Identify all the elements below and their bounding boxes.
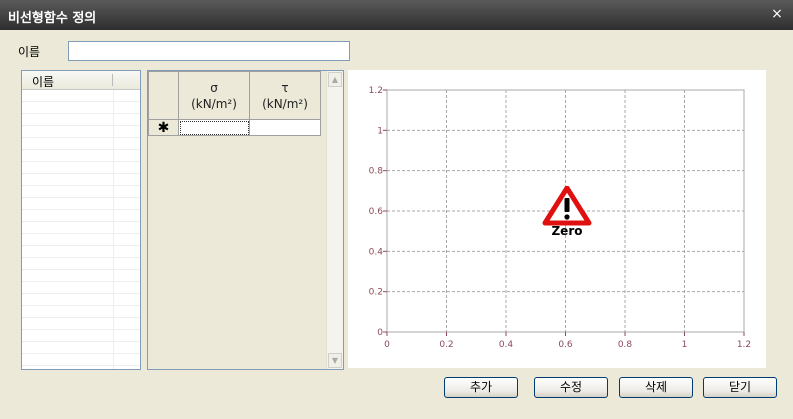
chart-panel: 0 0.2 0.4 0.6 0.8 1 1.2 0 0.2 0.4 0.6 0.8 1 1.2 Zero	[348, 70, 766, 368]
add-button[interactable]: 추가	[444, 377, 518, 398]
list-item[interactable]	[22, 222, 140, 234]
y-tick-label: 1.2	[369, 86, 383, 96]
y-tick-label: 0.2	[369, 288, 383, 298]
column-header-sigma-symbol: σ	[210, 80, 218, 95]
x-tick-label: 1	[682, 340, 688, 350]
x-tick-label: 0	[384, 340, 390, 350]
y-tick-label: 0	[377, 328, 383, 338]
list-item[interactable]	[22, 114, 140, 126]
x-tick-label: 0.6	[558, 340, 573, 350]
close-icon[interactable]: ×	[769, 6, 785, 22]
new-row-sigma-cell[interactable]	[178, 119, 250, 136]
list-item[interactable]	[22, 150, 140, 162]
new-row-tau-cell[interactable]	[249, 119, 321, 136]
x-tick-label: 0.4	[499, 340, 514, 350]
warning-label: Zero	[551, 224, 583, 238]
list-item[interactable]	[22, 138, 140, 150]
list-item[interactable]	[22, 270, 140, 282]
list-item[interactable]	[22, 102, 140, 114]
grid-corner-cell[interactable]	[148, 71, 179, 120]
x-tick-label: 1.2	[737, 340, 751, 350]
list-header[interactable]: 이름	[22, 71, 140, 90]
delete-button[interactable]: 삭제	[619, 377, 693, 398]
grid-vertical-scrollbar[interactable]: ▲ ▼	[326, 71, 343, 369]
list-item[interactable]	[22, 318, 140, 330]
list-item[interactable]	[22, 330, 140, 342]
column-header-tau[interactable]: τ (kN/m²)	[249, 71, 321, 120]
list-item[interactable]	[22, 246, 140, 258]
data-grid[interactable]: σ (kN/m²) τ (kN/m²) ✱ ▲ ▼	[147, 70, 344, 370]
function-name-list[interactable]: 이름	[21, 70, 141, 370]
list-item[interactable]	[22, 354, 140, 366]
list-item[interactable]	[22, 258, 140, 270]
x-tick-label: 0.2	[439, 340, 453, 350]
name-label: 이름	[18, 45, 41, 59]
list-item[interactable]	[22, 234, 140, 246]
y-tick-label: 0.6	[369, 207, 384, 217]
list-item[interactable]	[22, 294, 140, 306]
list-item[interactable]	[22, 198, 140, 210]
window-title: 비선형함수 정의	[8, 11, 97, 26]
column-header-sigma[interactable]: σ (kN/m²)	[178, 71, 250, 120]
column-header-sigma-unit: (kN/m²)	[191, 96, 237, 111]
list-item[interactable]	[22, 126, 140, 138]
dialog-window: 비선형함수 정의 × 이름 이름 σ (kN/m²) τ (kN/m²) ✱ ▲…	[0, 0, 793, 419]
warning-icon	[542, 186, 592, 226]
new-row: ✱	[148, 119, 321, 136]
list-item[interactable]	[22, 90, 140, 102]
zero-warning: Zero	[542, 186, 592, 240]
x-tick-label: 0.8	[618, 340, 633, 350]
list-header-divider[interactable]	[112, 74, 113, 86]
list-item[interactable]	[22, 306, 140, 318]
list-item[interactable]	[22, 174, 140, 186]
list-item[interactable]	[22, 210, 140, 222]
column-header-tau-symbol: τ	[281, 80, 289, 95]
list-header-label: 이름	[32, 75, 55, 89]
list-item[interactable]	[22, 186, 140, 198]
data-grid-table: σ (kN/m²) τ (kN/m²) ✱	[148, 71, 321, 136]
new-row-marker-icon[interactable]: ✱	[148, 119, 179, 136]
y-tick-label: 0.8	[369, 167, 384, 177]
scroll-up-icon[interactable]: ▲	[328, 72, 342, 87]
list-body[interactable]	[22, 90, 140, 369]
title-bar[interactable]: 비선형함수 정의 ×	[0, 0, 793, 30]
list-item[interactable]	[22, 342, 140, 354]
list-column-divider	[113, 90, 114, 369]
close-button[interactable]: 닫기	[703, 377, 777, 398]
list-item[interactable]	[22, 162, 140, 174]
column-header-tau-unit: (kN/m²)	[262, 96, 308, 111]
scroll-down-icon[interactable]: ▼	[328, 353, 342, 368]
y-tick-label: 0.4	[369, 247, 384, 257]
name-input[interactable]	[68, 41, 350, 61]
list-item[interactable]	[22, 282, 140, 294]
modify-button[interactable]: 수정	[534, 377, 608, 398]
y-tick-label: 1	[377, 126, 383, 136]
